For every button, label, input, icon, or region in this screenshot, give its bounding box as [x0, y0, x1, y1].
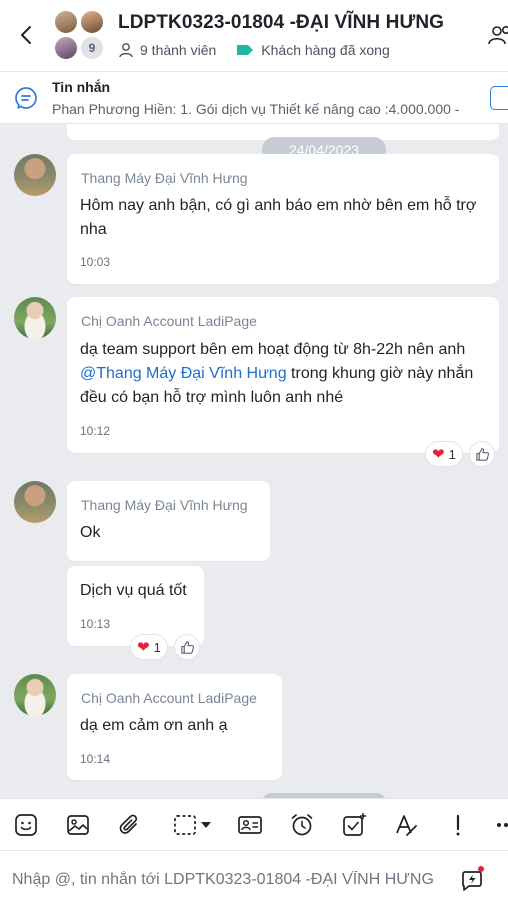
pinned-message-bar[interactable]: Tin nhắn Phan Phương Hiền: 1. Gói dịch v… [0, 72, 508, 124]
reminder-icon [291, 814, 313, 836]
notification-dot [478, 866, 484, 872]
important-icon [456, 814, 460, 836]
chevron-down-icon [201, 822, 211, 828]
screenshot-button[interactable] [168, 811, 216, 839]
reaction-badge[interactable]: ❤ 1 [426, 442, 462, 466]
member-avatar [54, 36, 78, 60]
pinned-preview: Phan Phương Hiền: 1. Gói dịch vụ Thiết k… [52, 101, 464, 117]
sender-avatar[interactable] [14, 154, 56, 196]
image-button[interactable] [64, 811, 92, 839]
composer-toolbar [0, 798, 508, 850]
sender-name[interactable]: Thang Máy Đại Vĩnh Hưng [81, 497, 248, 513]
contact-card-icon [238, 816, 262, 834]
reaction-count: 1 [153, 639, 161, 655]
message-list[interactable]: 24/04/2023 Thang Máy Đại Vĩnh Hưng Hôm n… [0, 124, 508, 798]
reaction-count: 1 [448, 446, 456, 462]
contact-card-button[interactable] [236, 811, 264, 839]
task-button[interactable] [340, 811, 368, 839]
message-time: 10:03 [80, 255, 111, 269]
attachment-icon [119, 814, 138, 834]
screenshot-icon [174, 815, 196, 835]
message-bubble[interactable]: Chị Oanh Account LadiPage dạ team suppor… [67, 297, 499, 453]
message-bubble[interactable]: Chị Oanh Account LadiPage dạ em cảm ơn a… [67, 674, 282, 780]
customer-tag-label[interactable]: Khách hàng đã xong [261, 42, 389, 58]
image-icon [67, 815, 89, 835]
message-time: 10:12 [80, 424, 111, 438]
thumbs-up-icon [180, 640, 194, 654]
group-avatar[interactable]: 9 [54, 10, 106, 62]
person-icon [119, 43, 133, 58]
message-composer [0, 850, 508, 904]
more-icon [497, 823, 508, 827]
members-label[interactable]: 9 thành viên [140, 42, 216, 58]
message-icon [15, 87, 37, 109]
more-button[interactable] [492, 811, 508, 839]
reminder-button[interactable] [288, 811, 316, 839]
message-text: Dịch vụ quá tốt [80, 582, 187, 599]
chat-header: 9 LDPTK0323-01804 -ĐẠI VĨNH HƯNG 9 thành… [0, 0, 508, 72]
heart-icon: ❤ [137, 638, 150, 656]
sender-avatar[interactable] [14, 297, 56, 339]
sender-avatar[interactable] [14, 674, 56, 716]
sticker-button[interactable] [12, 811, 40, 839]
message-text: dạ team support bên em hoạt động từ 8h-2… [80, 338, 492, 410]
mention-link[interactable]: @Thang Máy Đại Vĩnh Hưng [80, 365, 287, 382]
quick-reply-icon[interactable] [460, 869, 484, 893]
sender-avatar[interactable] [14, 481, 56, 523]
like-button[interactable] [175, 635, 199, 659]
member-avatar [54, 10, 78, 34]
member-avatar [80, 10, 104, 34]
format-text-icon [396, 815, 417, 836]
task-icon [343, 812, 367, 836]
sticker-icon [15, 814, 37, 836]
message-time: 10:13 [80, 617, 111, 631]
tag-icon [237, 45, 254, 55]
format-text-button[interactable] [392, 811, 420, 839]
message-text: Hôm nay anh bận, có gì anh báo em nhờ bê… [80, 197, 477, 238]
sender-name[interactable]: Thang Máy Đại Vĩnh Hưng [81, 170, 248, 186]
member-count-badge: 9 [80, 36, 104, 60]
conversation-meta: 9 thành viên Khách hàng đã xong [118, 41, 390, 59]
message-time: 10:14 [80, 752, 111, 766]
conversation-title[interactable]: LDPTK0323-01804 -ĐẠI VĨNH HƯNG [118, 12, 444, 34]
pinned-expand-button[interactable] [490, 86, 508, 110]
message-bubble[interactable]: Thang Máy Đại Vĩnh Hưng Hôm nay anh bận,… [67, 154, 499, 284]
pinned-title: Tin nhắn [52, 79, 111, 95]
message-text: dạ em cảm ơn anh ạ [80, 717, 228, 734]
reaction-badge[interactable]: ❤ 1 [131, 635, 167, 659]
important-button[interactable] [444, 811, 472, 839]
message-text: Ok [80, 524, 101, 541]
message-bubble[interactable]: Thang Máy Đại Vĩnh Hưng Ok [67, 481, 270, 561]
message-bubble[interactable]: Dịch vụ quá tốt 10:13 [67, 566, 204, 646]
group-members-icon[interactable] [488, 24, 508, 46]
thumbs-up-icon [475, 447, 489, 461]
message-text-part: dạ team support bên em hoạt động từ 8h-2… [80, 341, 466, 358]
sender-name[interactable]: Chị Oanh Account LadiPage [81, 313, 257, 329]
message-input[interactable] [12, 869, 452, 891]
sender-name[interactable]: Chị Oanh Account LadiPage [81, 690, 257, 706]
like-button[interactable] [470, 442, 494, 466]
heart-icon: ❤ [432, 445, 445, 463]
back-arrow-icon[interactable] [16, 24, 38, 46]
attachment-button[interactable] [116, 811, 144, 839]
